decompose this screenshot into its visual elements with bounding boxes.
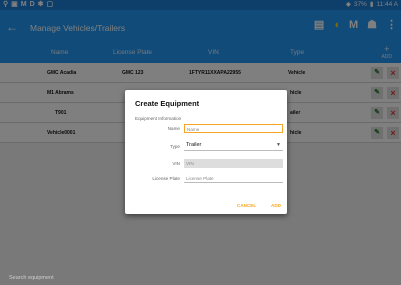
license-plate-label: License Plate: [152, 176, 180, 181]
search-input[interactable]: Search equipment: [9, 275, 54, 281]
section-label: Equipment Information: [135, 116, 182, 121]
license-plate-field[interactable]: License Plate: [184, 174, 283, 183]
cancel-button[interactable]: CANCEL: [237, 203, 256, 208]
vin-label: VIN: [172, 161, 180, 166]
type-value: Trailer: [186, 142, 202, 148]
dialog-title: Create Equipment: [135, 99, 200, 108]
add-button[interactable]: ADD: [271, 203, 281, 208]
dropdown-arrow-icon: ▼: [276, 142, 281, 148]
name-field[interactable]: Name: [184, 124, 283, 133]
name-label: Name: [167, 126, 180, 131]
type-select[interactable]: Trailer ▼: [184, 140, 283, 151]
vin-field[interactable]: VIN: [184, 159, 283, 168]
create-equipment-dialog: Create Equipment Equipment Information N…: [125, 90, 287, 214]
type-label: Type: [170, 144, 180, 149]
